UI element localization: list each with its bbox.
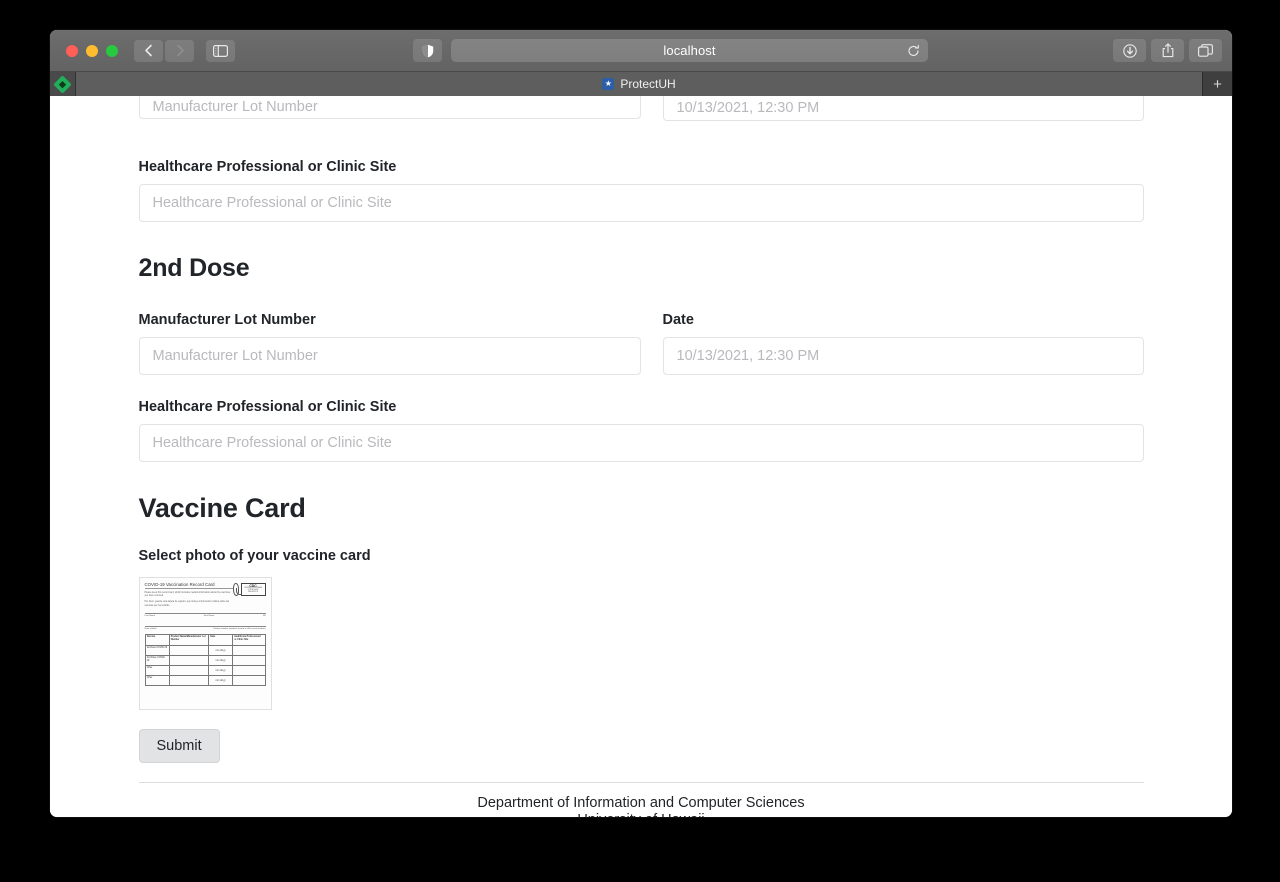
vaccine-card-dob-row: Date of birth Patient number (medical re… [144, 626, 266, 630]
share-icon[interactable] [1151, 39, 1184, 62]
minimize-window-button[interactable] [86, 44, 98, 57]
table-row: 1st Dose COVID-19 mm dd yy [144, 645, 266, 656]
vaccine-card-mi-label: MI [263, 615, 266, 617]
cdc-wordmark-sub: CENTERS FOR DISEASE CONTROL AND PREVENTI… [244, 588, 262, 594]
dose1-clinic-label: Healthcare Professional or Clinic Site [138, 159, 397, 175]
vc-row-date-4: mm dd yy [208, 675, 234, 686]
meteor-logo-icon: ◆ [53, 74, 72, 94]
vc-row-date-2: mm dd yy [208, 655, 234, 666]
vaccine-card-header-text: COVID-19 Vaccination Record Card Please … [144, 582, 233, 608]
vc-row-label-1: 1st Dose COVID-19 [144, 645, 170, 656]
vc-th-vaccine: Vaccine [144, 634, 170, 646]
tab-group-button[interactable]: ◆ [50, 72, 76, 96]
dose2-lot-input[interactable] [138, 336, 641, 375]
vc-row-clinic-2 [232, 655, 266, 666]
dose2-lot-label: Manufacturer Lot Number [138, 311, 316, 328]
vc-row-clinic-4 [232, 675, 266, 686]
dose1-date-input[interactable] [662, 96, 1144, 121]
vc-row-label-4: Other [144, 675, 170, 686]
window-controls [66, 44, 118, 57]
new-tab-button[interactable]: + [1202, 72, 1232, 96]
vaccine-card-header: COVID-19 Vaccination Record Card Please … [144, 582, 266, 608]
tab-overview-icon[interactable] [1189, 39, 1222, 62]
dose1-clinic-input[interactable] [138, 183, 1144, 222]
tab-title: ProtectUH [620, 77, 676, 91]
vc-th-product: Product Name/Manufacturer Lot Number [168, 634, 210, 646]
vaccine-card-patient-label: Patient number (medical record or IIS re… [213, 628, 266, 630]
favicon-icon: ★ [602, 78, 615, 90]
vc-th-date: Date [208, 634, 234, 646]
cdc-logo-icon: CDC CENTERS FOR DISEASE CONTROL AND PREV… [232, 582, 266, 596]
cdc-wordmark: CDC CENTERS FOR DISEASE CONTROL AND PREV… [240, 582, 266, 596]
vaccine-card-table-header-row: Vaccine Product Name/Manufacturer Lot Nu… [144, 634, 266, 646]
vaccine-card-table: Vaccine Product Name/Manufacturer Lot Nu… [144, 634, 266, 686]
page-content: Healthcare Professional or Clinic Site 2… [50, 96, 1232, 817]
vc-row-label-2: 2nd Dose COVID-19 [144, 655, 170, 666]
dose1-lot-input[interactable] [138, 96, 641, 119]
dose1-date-field [662, 96, 1144, 121]
navigation-buttons [134, 39, 235, 62]
dose2-date-input[interactable] [662, 336, 1144, 375]
vaccine-card-last-name-label: Last Name [144, 615, 156, 617]
vc-th-clinic: Healthcare Professional or Clinic Site [232, 634, 266, 646]
dose2-lot-date-row: Manufacturer Lot Number Date [138, 311, 1144, 375]
address-bar[interactable]: localhost [451, 39, 928, 62]
dose2-clinic-label: Healthcare Professional or Clinic Site [138, 398, 397, 415]
vaccine-card-dob-label: Date of birth [144, 628, 157, 630]
submit-button[interactable]: Submit [138, 728, 220, 763]
dose2-clinic-input[interactable] [138, 423, 1144, 462]
vaccine-card-first-name-label: First Name [203, 615, 215, 617]
vaccine-card-select-label: Select photo of your vaccine card [138, 547, 371, 564]
vaccine-card-blurb-en: Please keep this record card, which incl… [144, 591, 231, 598]
address-bar-container: localhost [451, 39, 928, 62]
sidebar-toggle-icon[interactable] [206, 39, 235, 62]
cdc-seal-icon [232, 582, 241, 596]
table-row: Other mm dd yy [144, 665, 266, 676]
vc-row-label-3: Other [144, 665, 170, 676]
vc-row-clinic-1 [232, 645, 266, 656]
browser-tabbar: ◆ ★ ProtectUH + [50, 71, 1232, 96]
footer-department: Department of Information and Computer S… [477, 794, 805, 811]
toolbar-right-buttons [1113, 39, 1222, 62]
dose2-date-label: Date [662, 311, 694, 328]
maximize-window-button[interactable] [106, 44, 118, 57]
site-footer: Department of Information and Computer S… [139, 783, 1144, 817]
address-text: localhost [663, 43, 716, 58]
browser-titlebar: localhost [50, 30, 1232, 71]
dose1-clinic-field: Healthcare Professional or Clinic Site [138, 158, 1144, 222]
vc-row-date-1: mm dd yy [208, 645, 234, 656]
vc-row-product-1 [168, 645, 210, 656]
close-window-button[interactable] [66, 44, 78, 57]
vc-row-date-3: mm dd yy [208, 665, 234, 676]
page-viewport: Healthcare Professional or Clinic Site 2… [50, 96, 1232, 817]
browser-tab-protectuh[interactable]: ★ ProtectUH [76, 72, 1202, 96]
vaccine-card-heading: Vaccine Card [138, 492, 306, 523]
footer-university: University of Hawaii [139, 812, 1144, 817]
dose1-lot-date-row [138, 96, 1144, 121]
vaccine-card-title: COVID-19 Vaccination Record Card [144, 582, 233, 590]
meteor-logo-glyph: ◆ [59, 78, 66, 89]
dose2-heading: 2nd Dose [138, 253, 250, 282]
dose2-date-field: Date [662, 311, 1144, 375]
dose1-lot-field [138, 96, 641, 121]
dose2-clinic-field: Healthcare Professional or Clinic Site [138, 398, 1144, 462]
vaccine-card-blurb-es: Por favor, guarde esta tarjeta de regist… [144, 601, 230, 607]
table-row: Other mm dd yy [144, 675, 266, 686]
form-container: Healthcare Professional or Clinic Site 2… [138, 96, 1144, 817]
vaccine-card-name-row: Last Name First Name MI [144, 613, 266, 617]
table-row: 2nd Dose COVID-19 mm dd yy [144, 655, 266, 666]
reload-icon[interactable] [907, 44, 920, 57]
vaccine-card-thumbnail[interactable]: COVID-19 Vaccination Record Card Please … [138, 576, 272, 710]
privacy-shield-icon[interactable] [413, 39, 442, 62]
downloads-icon[interactable] [1113, 39, 1146, 62]
vc-row-product-4 [168, 675, 210, 686]
vc-row-clinic-3 [232, 665, 266, 676]
back-arrow-icon[interactable] [134, 39, 163, 62]
vc-row-product-3 [168, 665, 210, 676]
forward-arrow-icon[interactable] [165, 39, 194, 62]
vc-row-product-2 [168, 655, 210, 666]
dose2-lot-field: Manufacturer Lot Number [138, 311, 641, 375]
browser-window: localhost ◆ ★ ProtectUH + Manufacturer L… [50, 30, 1232, 817]
